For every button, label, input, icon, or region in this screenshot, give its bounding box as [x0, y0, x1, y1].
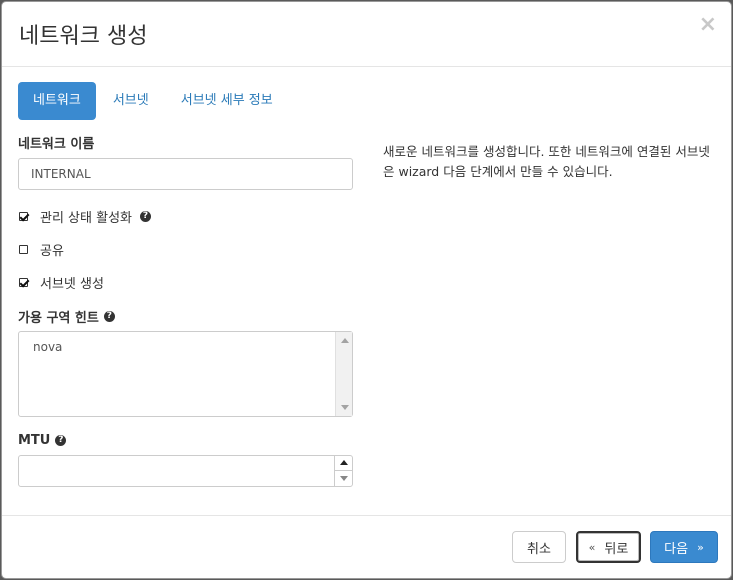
- chevron-up-icon: [340, 460, 348, 465]
- create-subnet-checkbox[interactable]: [19, 278, 28, 287]
- shared-checkbox[interactable]: [19, 245, 28, 254]
- help-icon[interactable]: ?: [140, 211, 151, 222]
- shared-row[interactable]: 공유: [18, 240, 64, 259]
- admin-state-checkbox[interactable]: [19, 212, 28, 221]
- modal-title: 네트워크 생성: [19, 24, 148, 49]
- scroll-down-icon[interactable]: [341, 405, 349, 410]
- az-hints-select[interactable]: nova: [18, 331, 353, 417]
- next-button[interactable]: 다음 »: [650, 531, 718, 563]
- modal-header: 네트워크 생성 ×: [2, 2, 731, 67]
- network-name-label: 네트워크 이름: [18, 137, 95, 152]
- tab-subnet[interactable]: 서브넷: [98, 82, 164, 120]
- mtu-input[interactable]: [18, 455, 353, 487]
- decrement-button[interactable]: [335, 471, 352, 486]
- help-icon[interactable]: ?: [55, 435, 67, 446]
- modal-footer: 취소 « 뒤로 다음 »: [2, 515, 731, 578]
- admin-state-row[interactable]: 관리 상태 활성화 ?: [18, 207, 151, 226]
- mtu-label: MTU ?: [18, 433, 67, 448]
- double-chevron-right-icon: »: [697, 540, 704, 554]
- scroll-up-icon[interactable]: [341, 338, 349, 343]
- create-subnet-row[interactable]: 서브넷 생성: [18, 273, 104, 292]
- tab-subnet-details[interactable]: 서브넷 세부 정보: [166, 82, 288, 120]
- wizard-tabs: 네트워크 서브넷 서브넷 세부 정보: [18, 82, 290, 120]
- shared-label: 공유: [40, 244, 64, 259]
- az-hints-scrollbar[interactable]: [335, 332, 352, 416]
- az-hints-label: 가용 구역 힌트 ?: [18, 307, 115, 326]
- help-icon[interactable]: ?: [103, 311, 115, 322]
- admin-state-label: 관리 상태 활성화: [40, 211, 132, 226]
- help-description: 새로운 네트워크를 생성합니다. 또한 네트워크에 연결된 서브넷은 wizar…: [383, 144, 710, 179]
- increment-button[interactable]: [335, 456, 352, 471]
- network-name-input[interactable]: INTERNAL: [18, 158, 353, 190]
- create-network-modal: 네트워크 생성 × 네트워크 서브넷 서브넷 세부 정보 네트워크 이름 INT…: [1, 1, 732, 579]
- double-chevron-left-icon: «: [588, 540, 596, 554]
- create-subnet-label: 서브넷 생성: [40, 277, 104, 292]
- back-button[interactable]: « 뒤로: [576, 531, 641, 563]
- close-icon[interactable]: ×: [699, 14, 717, 36]
- cancel-button[interactable]: 취소: [512, 531, 566, 563]
- mtu-spinner: [334, 456, 352, 486]
- tab-network[interactable]: 네트워크: [18, 82, 96, 120]
- az-hint-option[interactable]: nova: [33, 340, 352, 354]
- modal-body: 네트워크 서브넷 서브넷 세부 정보 네트워크 이름 INTERNAL 관리 상…: [2, 67, 731, 517]
- chevron-down-icon: [340, 476, 348, 481]
